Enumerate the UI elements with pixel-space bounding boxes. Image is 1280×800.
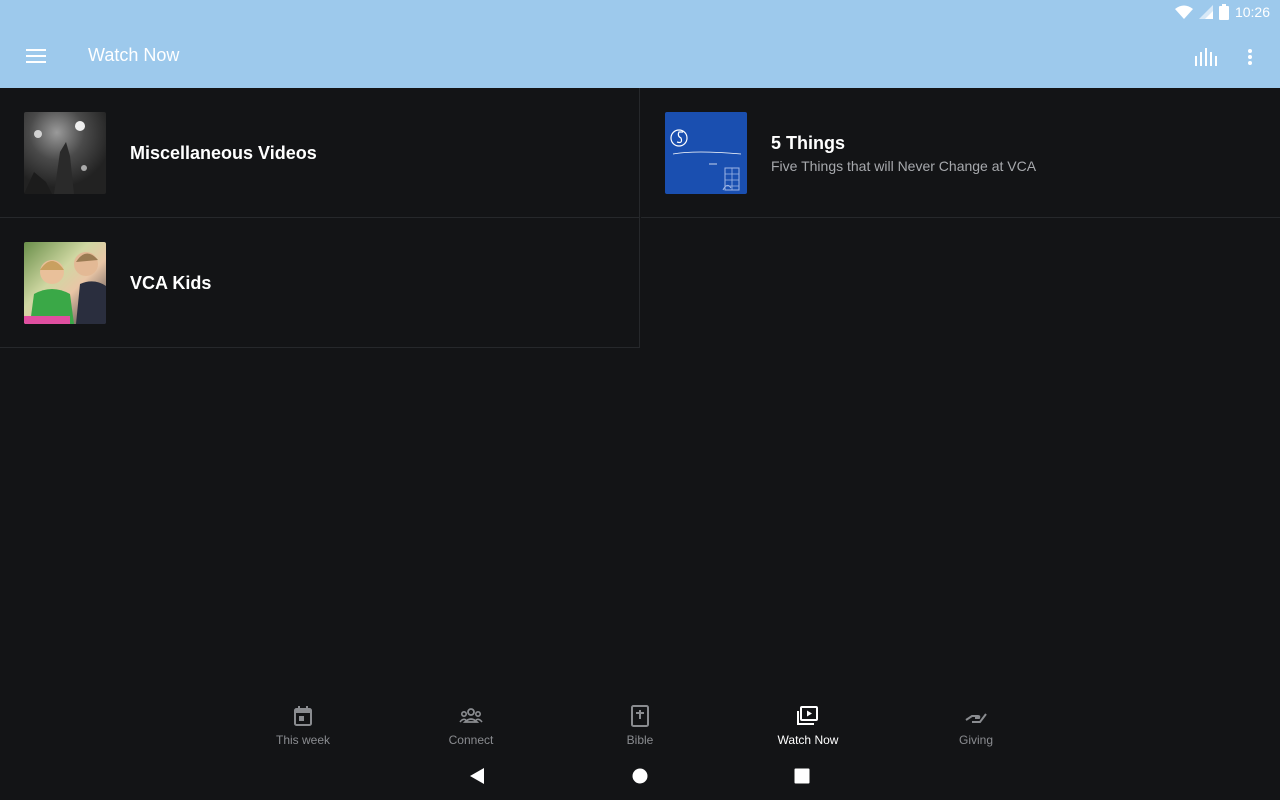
media-item-title: Miscellaneous Videos — [130, 143, 317, 163]
media-item-subtitle: Five Things that will Never Change at VC… — [771, 158, 1037, 174]
battery-icon — [1218, 4, 1229, 20]
equalizer-icon — [1195, 48, 1217, 66]
bible-icon — [631, 705, 649, 727]
menu-icon — [26, 49, 46, 63]
media-thumbnail — [665, 112, 747, 194]
nav-label: Watch Now — [777, 733, 839, 747]
nav-tab-watch-now[interactable]: Watch Now — [753, 700, 863, 752]
home-icon — [632, 768, 648, 784]
video-library-icon — [797, 706, 818, 725]
cell-signal-icon — [1198, 5, 1213, 19]
menu-button[interactable] — [20, 40, 52, 72]
recents-icon — [794, 768, 810, 784]
page-title: Watch Now — [88, 45, 180, 65]
nav-label: This week — [275, 733, 331, 747]
more-vert-icon — [1248, 49, 1252, 65]
wifi-icon — [1174, 5, 1193, 19]
group-icon — [459, 708, 483, 723]
home-button[interactable] — [628, 764, 652, 788]
back-button[interactable] — [465, 764, 489, 788]
media-item-5-things[interactable]: 5 Things Five Things that will Never Cha… — [641, 88, 1280, 218]
nav-label: Connect — [448, 733, 494, 747]
back-icon — [470, 768, 484, 784]
media-item-miscellaneous-videos[interactable]: Miscellaneous Videos — [0, 88, 640, 218]
media-thumbnail — [24, 112, 106, 194]
giving-hand-icon — [965, 713, 987, 723]
nav-tab-this-week[interactable]: This week — [248, 700, 358, 752]
system-navigation-bar — [0, 752, 1280, 800]
nav-label: Giving — [958, 733, 993, 747]
nav-tab-giving[interactable]: Giving — [921, 700, 1031, 752]
bottom-navigation: This week Connect Bible Watch Now Giving — [0, 700, 1280, 752]
nav-label: Bible — [626, 733, 654, 747]
media-item-title: VCA Kids — [130, 273, 212, 293]
calendar-icon — [294, 706, 312, 726]
status-bar: 10:26 — [1174, 0, 1280, 24]
more-options-button[interactable] — [1240, 44, 1260, 70]
app-bar: 10:26 Watch Now — [0, 0, 1280, 88]
media-item-vca-kids[interactable]: VCA Kids — [0, 218, 640, 348]
media-item-title: 5 Things — [771, 133, 846, 153]
clock: 10:26 — [1234, 4, 1270, 20]
nav-tab-bible[interactable]: Bible — [585, 700, 695, 752]
nav-tab-connect[interactable]: Connect — [416, 700, 526, 752]
recents-button[interactable] — [790, 764, 814, 788]
audio-button[interactable] — [1192, 44, 1220, 70]
media-thumbnail — [24, 242, 106, 324]
